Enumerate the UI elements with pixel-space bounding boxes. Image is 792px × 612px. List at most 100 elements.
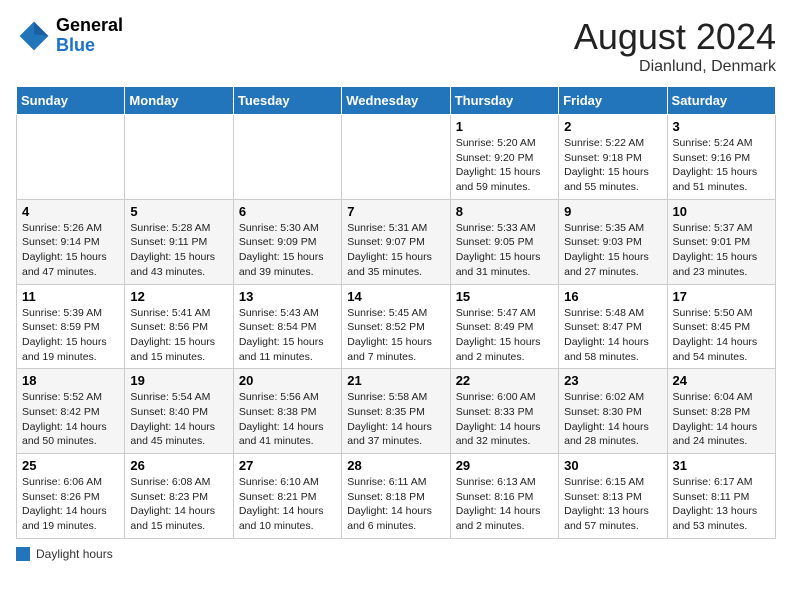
month-year: August 2024 <box>574 16 776 58</box>
day-number: 2 <box>564 119 661 134</box>
legend-label: Daylight hours <box>36 547 113 561</box>
day-of-week-header: Tuesday <box>233 87 341 115</box>
day-info: Sunrise: 6:02 AMSunset: 8:30 PMDaylight:… <box>564 390 661 449</box>
calendar-week-row: 25 Sunrise: 6:06 AMSunset: 8:26 PMDaylig… <box>17 454 776 539</box>
day-number: 9 <box>564 204 661 219</box>
calendar-cell: 1 Sunrise: 5:20 AMSunset: 9:20 PMDayligh… <box>450 115 558 200</box>
logo: General Blue <box>16 16 123 56</box>
calendar-week-row: 1 Sunrise: 5:20 AMSunset: 9:20 PMDayligh… <box>17 115 776 200</box>
day-of-week-header: Monday <box>125 87 233 115</box>
day-number: 11 <box>22 289 119 304</box>
day-of-week-header: Thursday <box>450 87 558 115</box>
calendar-cell: 25 Sunrise: 6:06 AMSunset: 8:26 PMDaylig… <box>17 454 125 539</box>
calendar-cell: 30 Sunrise: 6:15 AMSunset: 8:13 PMDaylig… <box>559 454 667 539</box>
calendar-cell: 28 Sunrise: 6:11 AMSunset: 8:18 PMDaylig… <box>342 454 450 539</box>
calendar-cell: 31 Sunrise: 6:17 AMSunset: 8:11 PMDaylig… <box>667 454 775 539</box>
day-number: 20 <box>239 373 336 388</box>
day-number: 30 <box>564 458 661 473</box>
calendar-cell: 29 Sunrise: 6:13 AMSunset: 8:16 PMDaylig… <box>450 454 558 539</box>
calendar-cell: 17 Sunrise: 5:50 AMSunset: 8:45 PMDaylig… <box>667 284 775 369</box>
day-info: Sunrise: 6:17 AMSunset: 8:11 PMDaylight:… <box>673 475 770 534</box>
day-info: Sunrise: 5:35 AMSunset: 9:03 PMDaylight:… <box>564 221 661 280</box>
day-number: 13 <box>239 289 336 304</box>
legend-item: Daylight hours <box>16 547 113 561</box>
day-number: 3 <box>673 119 770 134</box>
day-of-week-header: Sunday <box>17 87 125 115</box>
calendar-cell: 11 Sunrise: 5:39 AMSunset: 8:59 PMDaylig… <box>17 284 125 369</box>
day-number: 5 <box>130 204 227 219</box>
days-of-week-row: SundayMondayTuesdayWednesdayThursdayFrid… <box>17 87 776 115</box>
day-info: Sunrise: 5:54 AMSunset: 8:40 PMDaylight:… <box>130 390 227 449</box>
day-info: Sunrise: 6:00 AMSunset: 8:33 PMDaylight:… <box>456 390 553 449</box>
day-number: 17 <box>673 289 770 304</box>
day-number: 6 <box>239 204 336 219</box>
day-info: Sunrise: 5:33 AMSunset: 9:05 PMDaylight:… <box>456 221 553 280</box>
day-number: 12 <box>130 289 227 304</box>
calendar-cell: 12 Sunrise: 5:41 AMSunset: 8:56 PMDaylig… <box>125 284 233 369</box>
calendar-cell: 10 Sunrise: 5:37 AMSunset: 9:01 PMDaylig… <box>667 199 775 284</box>
day-number: 8 <box>456 204 553 219</box>
calendar-cell: 7 Sunrise: 5:31 AMSunset: 9:07 PMDayligh… <box>342 199 450 284</box>
day-of-week-header: Wednesday <box>342 87 450 115</box>
day-info: Sunrise: 5:31 AMSunset: 9:07 PMDaylight:… <box>347 221 444 280</box>
calendar-week-row: 18 Sunrise: 5:52 AMSunset: 8:42 PMDaylig… <box>17 369 776 454</box>
day-number: 16 <box>564 289 661 304</box>
day-number: 18 <box>22 373 119 388</box>
day-info: Sunrise: 5:37 AMSunset: 9:01 PMDaylight:… <box>673 221 770 280</box>
calendar-cell: 20 Sunrise: 5:56 AMSunset: 8:38 PMDaylig… <box>233 369 341 454</box>
calendar-week-row: 4 Sunrise: 5:26 AMSunset: 9:14 PMDayligh… <box>17 199 776 284</box>
day-info: Sunrise: 5:26 AMSunset: 9:14 PMDaylight:… <box>22 221 119 280</box>
day-number: 14 <box>347 289 444 304</box>
calendar-cell: 13 Sunrise: 5:43 AMSunset: 8:54 PMDaylig… <box>233 284 341 369</box>
legend: Daylight hours <box>16 547 776 561</box>
calendar-cell: 21 Sunrise: 5:58 AMSunset: 8:35 PMDaylig… <box>342 369 450 454</box>
calendar-cell: 15 Sunrise: 5:47 AMSunset: 8:49 PMDaylig… <box>450 284 558 369</box>
day-info: Sunrise: 5:52 AMSunset: 8:42 PMDaylight:… <box>22 390 119 449</box>
day-number: 29 <box>456 458 553 473</box>
day-number: 4 <box>22 204 119 219</box>
day-number: 22 <box>456 373 553 388</box>
location: Dianlund, Denmark <box>574 58 776 76</box>
legend-color-swatch <box>16 547 30 561</box>
day-number: 25 <box>22 458 119 473</box>
day-number: 1 <box>456 119 553 134</box>
calendar-cell: 8 Sunrise: 5:33 AMSunset: 9:05 PMDayligh… <box>450 199 558 284</box>
day-info: Sunrise: 6:04 AMSunset: 8:28 PMDaylight:… <box>673 390 770 449</box>
day-info: Sunrise: 6:11 AMSunset: 8:18 PMDaylight:… <box>347 475 444 534</box>
day-info: Sunrise: 5:28 AMSunset: 9:11 PMDaylight:… <box>130 221 227 280</box>
day-number: 7 <box>347 204 444 219</box>
day-number: 10 <box>673 204 770 219</box>
day-number: 15 <box>456 289 553 304</box>
calendar-cell <box>233 115 341 200</box>
day-number: 23 <box>564 373 661 388</box>
calendar-cell: 24 Sunrise: 6:04 AMSunset: 8:28 PMDaylig… <box>667 369 775 454</box>
day-number: 26 <box>130 458 227 473</box>
logo-icon <box>16 18 52 54</box>
calendar-cell <box>17 115 125 200</box>
calendar-cell: 22 Sunrise: 6:00 AMSunset: 8:33 PMDaylig… <box>450 369 558 454</box>
day-number: 19 <box>130 373 227 388</box>
day-number: 28 <box>347 458 444 473</box>
day-number: 24 <box>673 373 770 388</box>
calendar-cell: 18 Sunrise: 5:52 AMSunset: 8:42 PMDaylig… <box>17 369 125 454</box>
day-info: Sunrise: 5:58 AMSunset: 8:35 PMDaylight:… <box>347 390 444 449</box>
calendar-cell: 26 Sunrise: 6:08 AMSunset: 8:23 PMDaylig… <box>125 454 233 539</box>
day-info: Sunrise: 5:56 AMSunset: 8:38 PMDaylight:… <box>239 390 336 449</box>
day-info: Sunrise: 5:30 AMSunset: 9:09 PMDaylight:… <box>239 221 336 280</box>
title-block: August 2024 Dianlund, Denmark <box>574 16 776 76</box>
day-info: Sunrise: 5:22 AMSunset: 9:18 PMDaylight:… <box>564 136 661 195</box>
day-number: 31 <box>673 458 770 473</box>
day-info: Sunrise: 5:41 AMSunset: 8:56 PMDaylight:… <box>130 306 227 365</box>
calendar-cell: 19 Sunrise: 5:54 AMSunset: 8:40 PMDaylig… <box>125 369 233 454</box>
calendar-cell <box>342 115 450 200</box>
day-info: Sunrise: 5:47 AMSunset: 8:49 PMDaylight:… <box>456 306 553 365</box>
calendar-cell: 9 Sunrise: 5:35 AMSunset: 9:03 PMDayligh… <box>559 199 667 284</box>
day-info: Sunrise: 5:45 AMSunset: 8:52 PMDaylight:… <box>347 306 444 365</box>
calendar-cell: 14 Sunrise: 5:45 AMSunset: 8:52 PMDaylig… <box>342 284 450 369</box>
calendar-cell: 6 Sunrise: 5:30 AMSunset: 9:09 PMDayligh… <box>233 199 341 284</box>
calendar-table: SundayMondayTuesdayWednesdayThursdayFrid… <box>16 86 776 539</box>
day-info: Sunrise: 5:43 AMSunset: 8:54 PMDaylight:… <box>239 306 336 365</box>
day-info: Sunrise: 5:50 AMSunset: 8:45 PMDaylight:… <box>673 306 770 365</box>
calendar-cell: 2 Sunrise: 5:22 AMSunset: 9:18 PMDayligh… <box>559 115 667 200</box>
day-info: Sunrise: 5:24 AMSunset: 9:16 PMDaylight:… <box>673 136 770 195</box>
